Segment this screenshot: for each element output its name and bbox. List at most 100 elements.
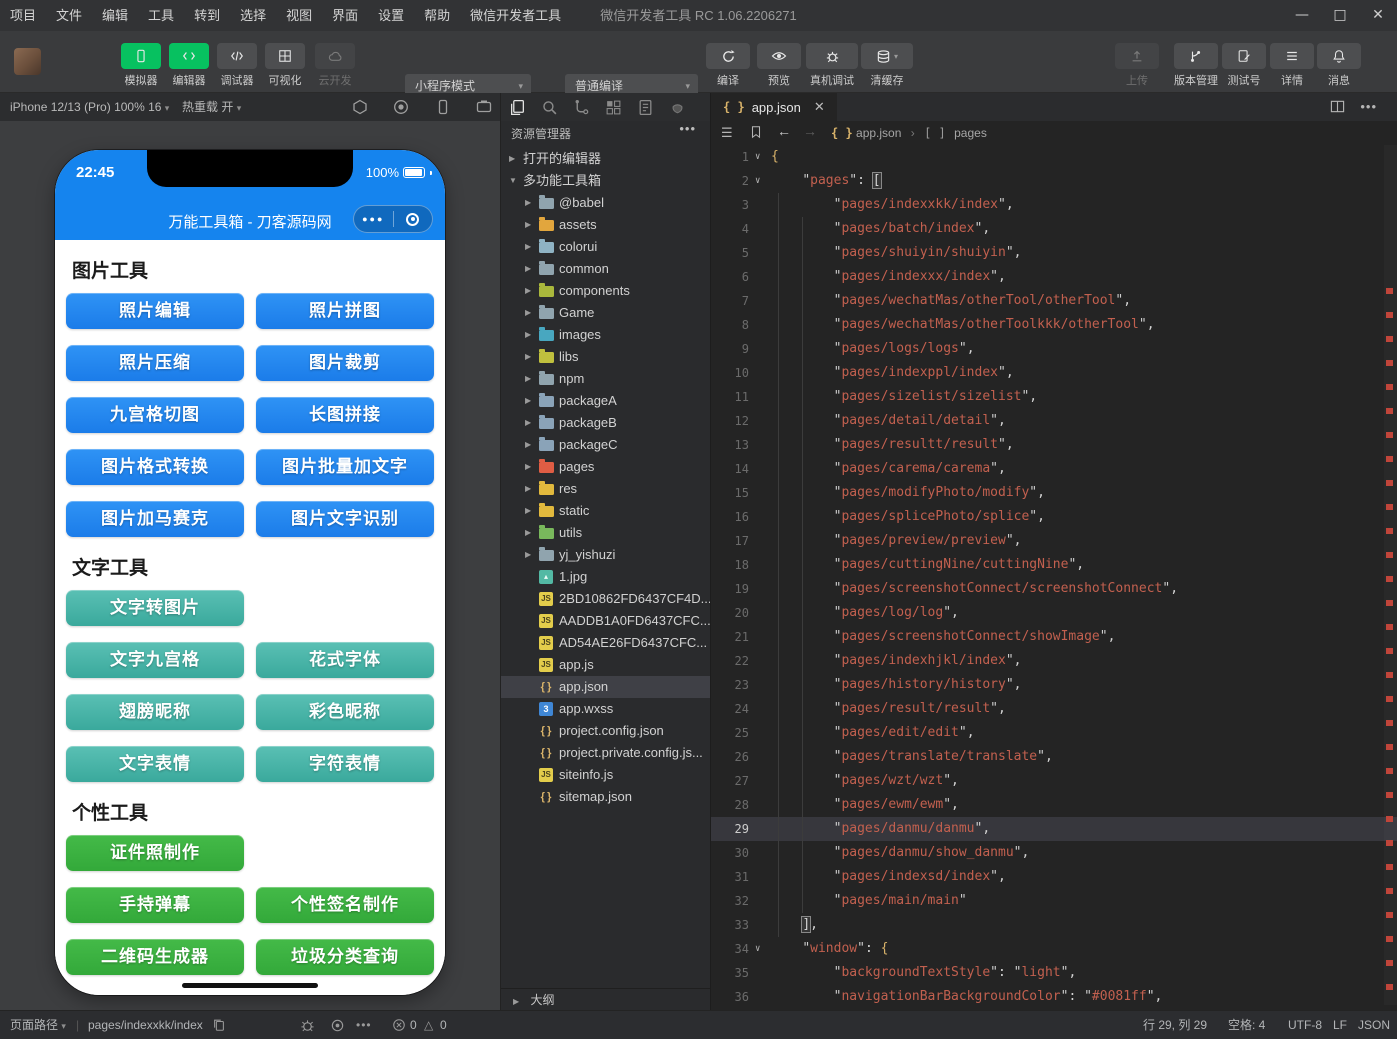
code-line[interactable]: 31 "pages/indexsd/index", <box>711 865 1397 889</box>
notes-icon[interactable] <box>637 99 654 116</box>
cursor-position[interactable]: 行 29, 列 29 <box>1143 1011 1207 1039</box>
toolbar-button-版本管理[interactable]: 版本管理 <box>1166 43 1226 88</box>
toolbar-button-调试器[interactable]: 调试器 <box>217 43 257 88</box>
tool-button-文字表情[interactable]: 文字表情 <box>66 746 244 782</box>
menu-item-文件[interactable]: 文件 <box>46 0 92 31</box>
error-count[interactable]: 0 <box>410 1011 417 1039</box>
device-selector[interactable]: iPhone 12/13 (Pro) 100% 16 ▾ <box>10 93 169 122</box>
editor-more-icon[interactable]: ••• <box>1360 99 1377 114</box>
menu-item-转到[interactable]: 转到 <box>184 0 230 31</box>
code-line[interactable]: 21 "pages/screenshotConnect/showImage", <box>711 625 1397 649</box>
toolbar-button-可视化[interactable]: 可视化 <box>265 43 305 88</box>
code-line[interactable]: 6 "pages/indexxx/index", <box>711 265 1397 289</box>
tree-item-app.wxss[interactable]: 3 app.wxss <box>501 698 710 720</box>
language-mode[interactable]: JSON <box>1358 1011 1390 1039</box>
menu-item-微信开发者工具[interactable]: 微信开发者工具 <box>460 0 571 31</box>
tree-item-Game[interactable]: ▶ Game <box>501 302 710 324</box>
screenshot-icon[interactable] <box>476 99 492 115</box>
encoding[interactable]: UTF-8 <box>1288 1011 1322 1039</box>
tool-button-字符表情[interactable]: 字符表情 <box>256 746 434 782</box>
tree-section-打开的编辑器[interactable]: ▶ 打开的编辑器 <box>501 148 710 170</box>
breadcrumb-node[interactable]: pages <box>949 126 987 140</box>
tree-item-images[interactable]: ▶ images <box>501 324 710 346</box>
warning-count[interactable]: 0 <box>440 1011 447 1039</box>
error-icon[interactable] <box>392 1018 407 1033</box>
tree-item-siteinfo.js[interactable]: JS siteinfo.js <box>501 764 710 786</box>
toolbar-button-编辑器[interactable]: 编辑器 <box>169 43 209 88</box>
code-line[interactable]: 19 "pages/screenshotConnect/screenshotCo… <box>711 577 1397 601</box>
code-line[interactable]: 10 "pages/indexppl/index", <box>711 361 1397 385</box>
toolbar-button-详情[interactable]: 详情 <box>1270 43 1314 88</box>
code-line[interactable]: 28 "pages/ewm/ewm", <box>711 793 1397 817</box>
code-line[interactable]: 26 "pages/translate/translate", <box>711 745 1397 769</box>
code-line[interactable]: 1 {∨ <box>711 145 1397 169</box>
menu-item-视图[interactable]: 视图 <box>276 0 322 31</box>
tool-button-照片编辑[interactable]: 照片编辑 <box>66 293 244 329</box>
toolbar-button-云开发[interactable]: 云开发 <box>315 43 355 88</box>
eol-setting[interactable]: LF <box>1333 1011 1347 1039</box>
code-line[interactable]: 3 "pages/indexxkk/index", <box>711 193 1397 217</box>
record-icon[interactable] <box>393 99 409 115</box>
page-path-selector[interactable]: 页面路径 ▾ <box>10 1011 66 1039</box>
split-editor-icon[interactable] <box>1330 99 1345 114</box>
tree-item-2BD10862FD6437CF4D...[interactable]: JS 2BD10862FD6437CF4D... <box>501 588 711 610</box>
toolbar-button-上传[interactable]: 上传 <box>1115 43 1159 88</box>
fold-arrow-icon[interactable]: ∨ <box>755 937 760 961</box>
tool-button-证件照制作[interactable]: 证件照制作 <box>66 835 244 871</box>
menu-item-设置[interactable]: 设置 <box>368 0 414 31</box>
code-line[interactable]: 9 "pages/logs/logs", <box>711 337 1397 361</box>
action-button-真机调试[interactable]: 真机调试 <box>806 43 858 88</box>
fold-arrow-icon[interactable]: ∨ <box>755 145 760 169</box>
code-line[interactable]: 14 "pages/carema/carema", <box>711 457 1397 481</box>
tree-item-1.jpg[interactable]: ▴ 1.jpg <box>501 566 710 588</box>
tool-button-照片拼图[interactable]: 照片拼图 <box>256 293 434 329</box>
network-condition-icon[interactable] <box>352 99 368 115</box>
code-line[interactable]: 22 "pages/indexhjkl/index", <box>711 649 1397 673</box>
tool-button-垃圾分类查询[interactable]: 垃圾分类查询 <box>256 939 434 975</box>
tree-item-project.private.config.js...[interactable]: { } project.private.config.js... <box>501 742 710 764</box>
code-line[interactable]: 34 "window": {∨ <box>711 937 1397 961</box>
explorer-more-icon[interactable]: ••• <box>679 121 696 136</box>
code-line[interactable]: 13 "pages/resultt/result", <box>711 433 1397 457</box>
tree-item-libs[interactable]: ▶ libs <box>501 346 710 368</box>
code-line[interactable]: 24 "pages/result/result", <box>711 697 1397 721</box>
menu-item-项目[interactable]: 项目 <box>0 0 46 31</box>
menu-item-编辑[interactable]: 编辑 <box>92 0 138 31</box>
menu-item-界面[interactable]: 界面 <box>322 0 368 31</box>
tree-item-app.js[interactable]: JS app.js <box>501 654 710 676</box>
tree-item-project.config.json[interactable]: { } project.config.json <box>501 720 710 742</box>
tool-button-图片格式转换[interactable]: 图片格式转换 <box>66 449 244 485</box>
code-area[interactable]: 1{∨ 2 "pages": [∨ 3 "pages/indexxkk/index"… <box>711 145 1397 1009</box>
statusbar-more-icon[interactable]: ••• <box>356 1011 372 1039</box>
tool-button-长图拼接[interactable]: 长图拼接 <box>256 397 434 433</box>
toolbar-button-模拟器[interactable]: 模拟器 <box>121 43 161 88</box>
extensions-icon[interactable] <box>605 99 622 116</box>
code-line[interactable]: 15 "pages/modifyPhoto/modify", <box>711 481 1397 505</box>
fold-arrow-icon[interactable]: ∨ <box>755 169 760 193</box>
tool-button-图片文字识别[interactable]: 图片文字识别 <box>256 501 434 537</box>
action-button-预览[interactable]: 预览 <box>757 43 801 88</box>
code-line[interactable]: 36 "navigationBarBackgroundColor": "#008… <box>711 985 1397 1009</box>
code-line[interactable]: 5 "pages/shuiyin/shuiyin", <box>711 241 1397 265</box>
tree-item-AADDB1A0FD6437CFC...[interactable]: JS AADDB1A0FD6437CFC... <box>501 610 711 632</box>
tool-button-花式字体[interactable]: 花式字体 <box>256 642 434 678</box>
teapot-icon[interactable] <box>669 99 686 116</box>
tool-button-图片加马赛克[interactable]: 图片加马赛克 <box>66 501 244 537</box>
menu-item-选择[interactable]: 选择 <box>230 0 276 31</box>
close-icon[interactable]: ✕ <box>1359 0 1397 31</box>
code-line[interactable]: 20 "pages/log/log", <box>711 601 1397 625</box>
maximize-icon[interactable]: □ <box>1321 0 1359 31</box>
code-line[interactable]: 29 "pages/danmu/danmu", <box>711 817 1397 841</box>
code-line[interactable]: 7 "pages/wechatMas/otherTool/otherTool", <box>711 289 1397 313</box>
vconsole-bug-icon[interactable] <box>300 1018 315 1033</box>
tree-item-packageB[interactable]: ▶ packageB <box>501 412 710 434</box>
code-line[interactable]: 33 ], <box>711 913 1397 937</box>
minimize-icon[interactable]: — <box>1283 0 1321 31</box>
code-line[interactable]: 18 "pages/cuttingNine/cuttingNine", <box>711 553 1397 577</box>
tool-button-九宫格切图[interactable]: 九宫格切图 <box>66 397 244 433</box>
code-line[interactable]: 2 "pages": [∨ <box>711 169 1397 193</box>
copy-path-icon[interactable] <box>212 1018 227 1033</box>
tree-item-app.json[interactable]: { } app.json <box>501 676 710 698</box>
code-line[interactable]: 32 "pages/main/main" <box>711 889 1397 913</box>
code-line[interactable]: 8 "pages/wechatMas/otherToolkkk/otherToo… <box>711 313 1397 337</box>
